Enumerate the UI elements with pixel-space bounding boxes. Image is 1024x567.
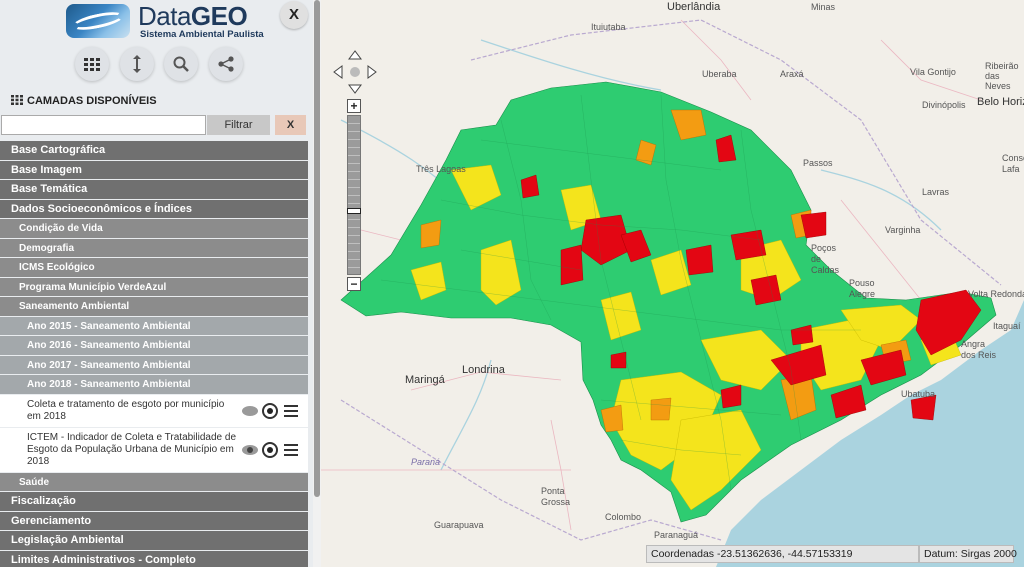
map-label-londrina: Londrina	[462, 364, 505, 376]
pan-up-icon	[348, 50, 362, 60]
layer-group-legislacao[interactable]: Legislação Ambiental	[0, 531, 308, 551]
map-label-uberaba: Uberaba	[702, 69, 737, 79]
map-label-pocos-de-caldas: Poços de Caldas	[811, 243, 840, 275]
layer-group-base-imagem[interactable]: Base Imagem	[0, 160, 308, 180]
map-label-vila-gontijo: Vila Gontijo	[910, 67, 956, 77]
layer-group-saneamento[interactable]: Saneamento Ambiental	[0, 297, 308, 317]
app-subtitle: Sistema Ambiental Paulista	[140, 29, 264, 40]
pan-right-icon	[367, 65, 377, 79]
map-label-maringa: Maringá	[405, 374, 445, 386]
map-canvas[interactable]: Uberlândia Minas Ituiutaba Uberaba Araxá…	[321, 0, 1024, 567]
layer-item-coleta-esgoto-2018: Coleta e tratamento de esgoto por municí…	[0, 394, 308, 428]
zoom-in-button[interactable]: +	[347, 99, 361, 113]
map-label-colombo: Colombo	[605, 512, 642, 522]
layer-group-condicao-de-vida[interactable]: Condição de Vida	[0, 219, 308, 239]
layer-group-ano-2017[interactable]: Ano 2017 - Saneamento Ambiental	[0, 355, 308, 375]
layer-group-demografia[interactable]: Demografia	[0, 238, 308, 258]
layer-group-fiscalizacao[interactable]: Fiscalização	[0, 492, 308, 512]
layer-group-icms-ecologico[interactable]: ICMS Ecológico	[0, 258, 308, 278]
map-label-varginha: Varginha	[885, 225, 921, 235]
layer-radio-button[interactable]	[262, 441, 278, 458]
layer-group-limites[interactable]: Limites Administrativos - Completo	[0, 550, 308, 567]
map-label-itaguai: Itaguaí	[993, 321, 1021, 331]
layers-heading: CAMADAS DISPONÍVEIS	[11, 95, 157, 107]
map-graphic	[321, 19, 1024, 567]
filter-button[interactable]: Filtrar	[207, 115, 270, 135]
clear-filter-button[interactable]: X	[275, 115, 306, 135]
zoom-control: + −	[347, 99, 361, 291]
layer-group-saude[interactable]: Saúde	[0, 472, 308, 492]
map-label-belo-horizonte: Belo Horiz	[977, 96, 1024, 108]
map-label-angra-dos-reis: Angra dos Reis	[961, 339, 997, 360]
map-label-minas: Minas	[811, 2, 836, 12]
map-label-pouso-alegre: Pouso Alegre	[849, 278, 876, 299]
map-label-conselheiro-lafaiete: Conse Lafa	[1002, 153, 1024, 174]
map-label-guarapuava: Guarapuava	[434, 520, 484, 530]
layer-tree: Base Cartográfica Base Imagem Base Temát…	[0, 141, 308, 567]
hamburger-menu-icon[interactable]	[284, 443, 298, 456]
map-label-tres-lagoas: Três Lagoas	[416, 164, 466, 174]
pan-down-icon	[348, 84, 362, 94]
layer-group-verdeazul[interactable]: Programa Município VerdeAzul	[0, 277, 308, 297]
map-label-passos: Passos	[803, 158, 833, 168]
map-label-ribeirao-das-neves: Ribeirão das Neves	[985, 61, 1019, 91]
map-label-ituiutaba: Ituiutaba	[591, 22, 626, 32]
layer-group-base-tematica[interactable]: Base Temática	[0, 180, 308, 200]
zoom-out-button[interactable]: −	[347, 277, 361, 291]
map-label-ponta-grossa: Ponta Grossa	[541, 486, 571, 507]
map-label-volta-redonda: Volta Redonda	[968, 289, 1024, 299]
pan-left-icon	[333, 65, 343, 79]
visibility-eye-icon[interactable]	[242, 444, 258, 455]
grid-icon	[11, 95, 23, 105]
layer-radio-button[interactable]	[262, 402, 278, 419]
datum-readout: Datum: Sirgas 2000	[919, 545, 1017, 563]
logo: DataGEO Sistema Ambiental Paulista	[0, 0, 313, 42]
layer-item-ictem-2018: ICTEM - Indicador de Coleta e Tratabilid…	[0, 427, 308, 473]
vertical-arrows-icon[interactable]	[120, 47, 154, 81]
search-icon[interactable]	[164, 47, 198, 81]
sidebar-scrollbar[interactable]	[313, 0, 321, 567]
toolbar	[0, 47, 313, 83]
pan-control[interactable]	[333, 50, 377, 94]
visibility-eye-icon[interactable]	[242, 405, 258, 416]
app-title: DataGEO	[138, 1, 248, 31]
layers-sidebar: DataGEO Sistema Ambiental Paulista X CAM…	[0, 0, 313, 567]
layer-group-base-cartografica[interactable]: Base Cartográfica	[0, 141, 308, 161]
zoom-slider-thumb[interactable]	[347, 208, 361, 214]
map-label-lavras: Lavras	[922, 187, 950, 197]
map-label-araxa: Araxá	[780, 69, 804, 79]
coordinates-readout: Coordenadas -23.51362636, -44.57153319	[646, 545, 919, 563]
map-label-uberlandia: Uberlândia	[667, 1, 721, 13]
filter-row: Filtrar X	[0, 115, 313, 135]
zoom-slider[interactable]	[347, 115, 361, 275]
share-icon[interactable]	[209, 47, 243, 81]
map-label-divinopolis: Divinópolis	[922, 100, 966, 110]
layer-item-label: ICTEM - Indicador de Coleta e Tratabilid…	[27, 431, 236, 467]
hamburger-menu-icon[interactable]	[284, 404, 298, 417]
layer-group-gerenciamento[interactable]: Gerenciamento	[0, 511, 308, 531]
layer-group-ano-2015[interactable]: Ano 2015 - Saneamento Ambiental	[0, 316, 308, 336]
map-label-ubatuba: Ubatuba	[901, 389, 936, 399]
map-label-parana: Paraná	[411, 457, 441, 467]
map-label-paranagua: Paranaguá	[654, 530, 699, 540]
filter-input[interactable]	[1, 115, 206, 135]
layer-item-label: Coleta e tratamento de esgoto por municí…	[27, 398, 225, 422]
pan-center-icon	[350, 67, 360, 77]
layer-group-ano-2016[interactable]: Ano 2016 - Saneamento Ambiental	[0, 336, 308, 356]
layer-group-dados-socioeconomicos[interactable]: Dados Socioeconômicos e Índices	[0, 199, 308, 219]
grid-icon[interactable]	[75, 47, 109, 81]
close-sidebar-button[interactable]: X	[280, 1, 308, 29]
layer-group-ano-2018[interactable]: Ano 2018 - Saneamento Ambiental	[0, 375, 308, 395]
scrollbar-thumb[interactable]	[314, 0, 320, 497]
globe-logo-icon	[66, 4, 130, 38]
